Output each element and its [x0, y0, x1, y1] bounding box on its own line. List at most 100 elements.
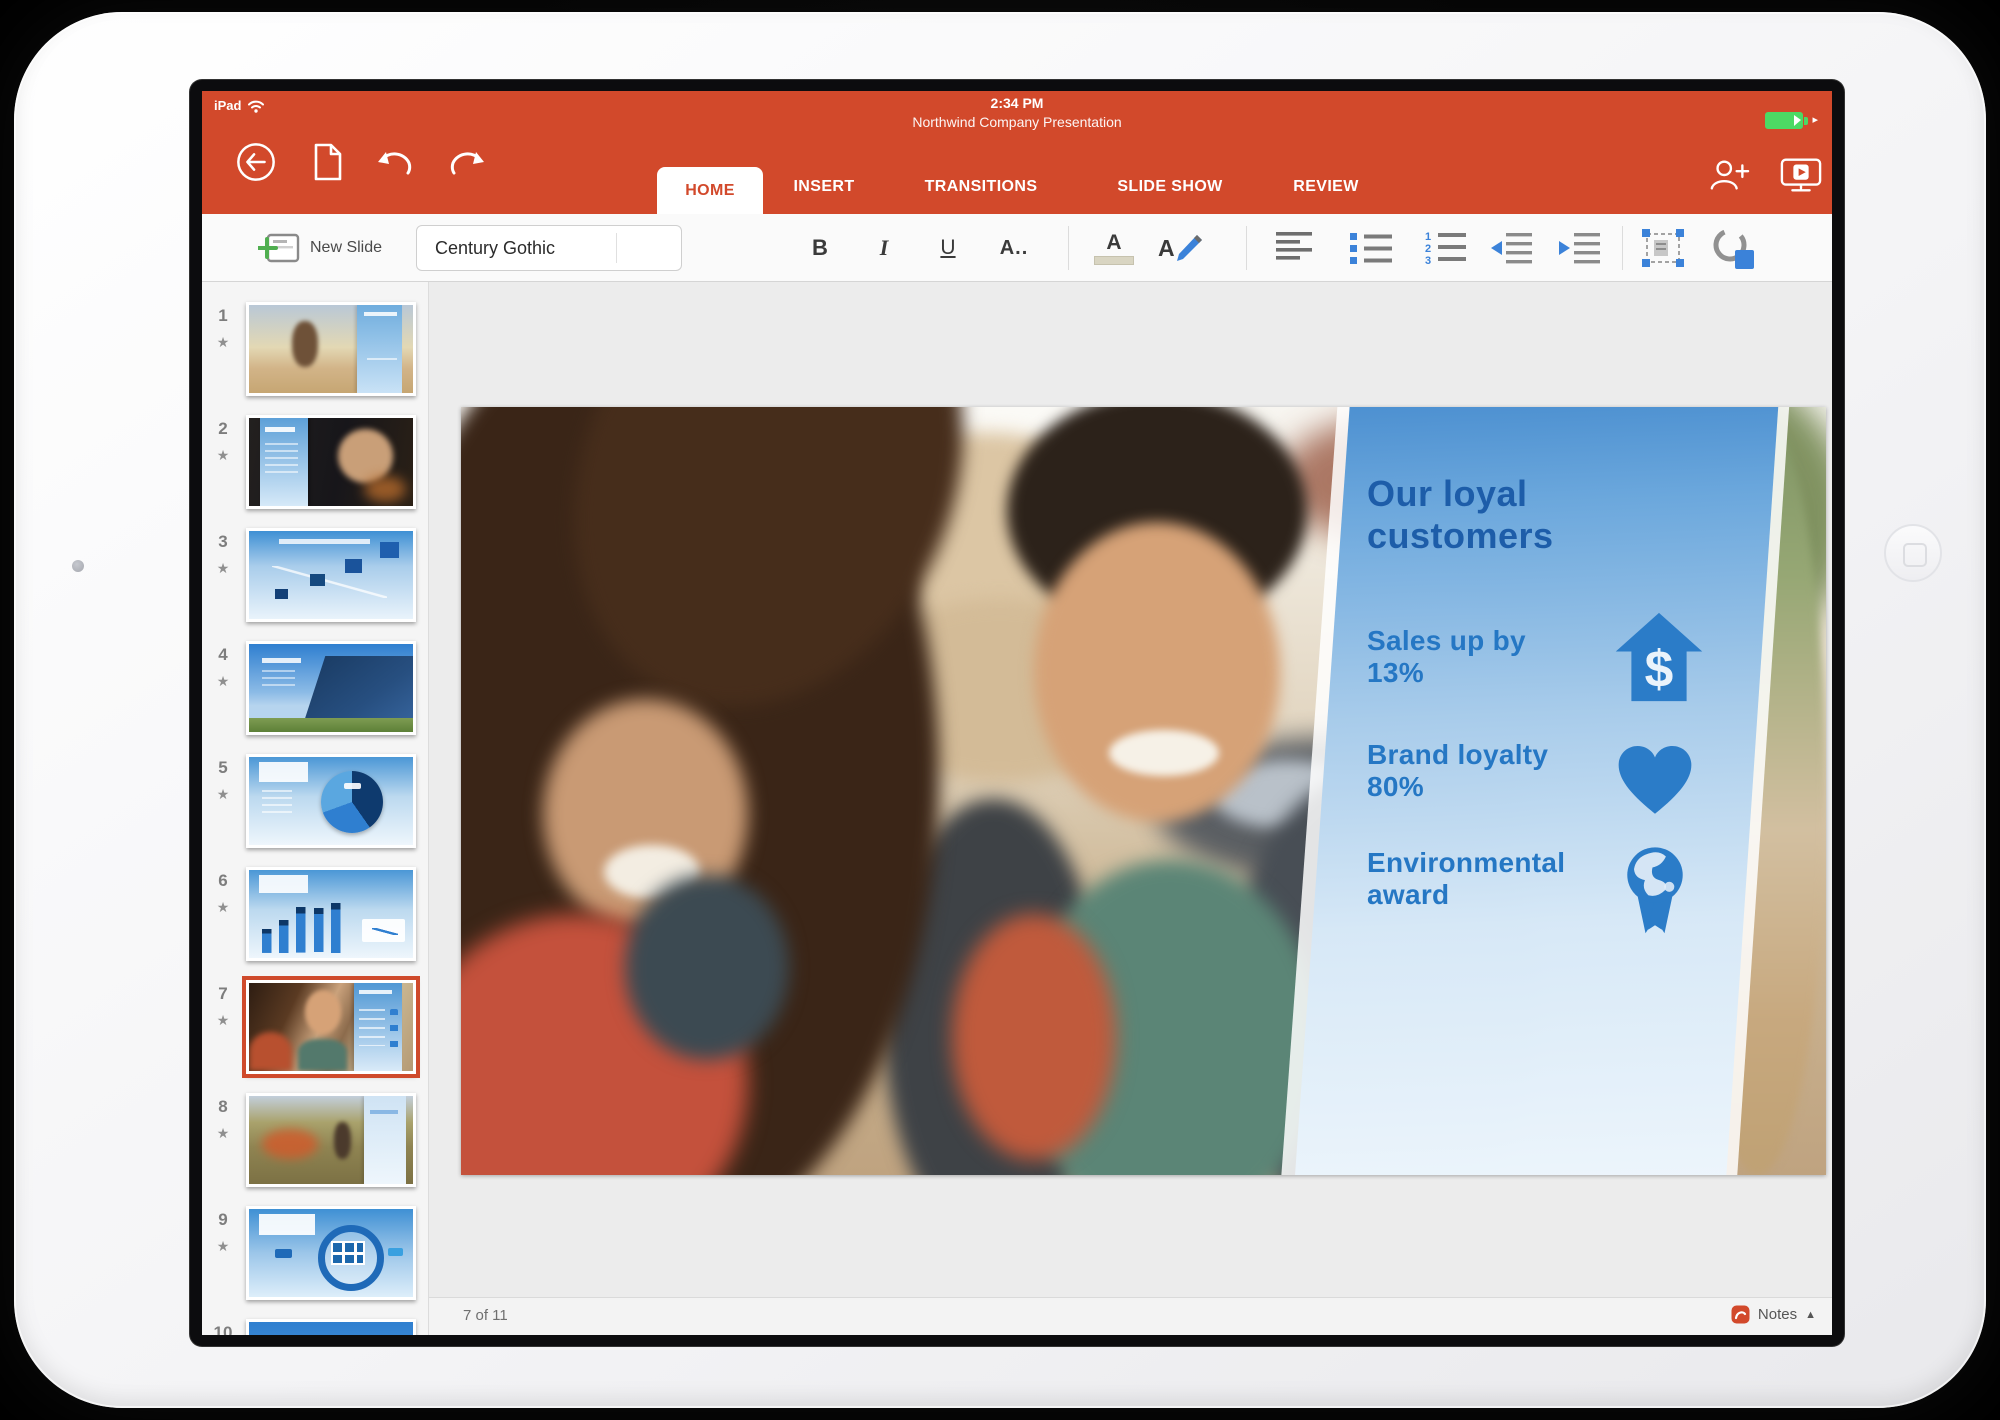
thumbnail-slide-7-selected[interactable]: 7 ★: [202, 980, 428, 1074]
toolbar-divider: [1622, 226, 1623, 270]
photo-background: iPad 2:34 PM Northwind Company Presentat…: [0, 0, 2000, 1420]
text-box-icon: [1642, 229, 1684, 267]
notes-toggle-button[interactable]: Notes ▲: [1731, 1305, 1816, 1324]
underline-button[interactable]: U: [928, 214, 968, 282]
transition-star-icon: ★: [216, 560, 230, 576]
slide-number: 2: [218, 419, 228, 438]
slide-number: 9: [218, 1210, 228, 1229]
slide-7-preview: [246, 980, 416, 1074]
pen-icon: [1176, 235, 1202, 261]
font-size-divider: [616, 233, 617, 263]
font-name-value: Century Gothic: [435, 237, 556, 258]
dollar-arrow-icon: $: [1613, 611, 1705, 708]
heart-icon: [1613, 741, 1697, 822]
app-header: iPad 2:34 PM Northwind Company Presentat…: [202, 91, 1832, 214]
italic-button[interactable]: I: [864, 214, 904, 282]
slide-canvas: Our loyal customers Sales up by 13% $ Br…: [429, 282, 1832, 1335]
thumbnail-slide-5[interactable]: 5 ★: [202, 754, 428, 848]
text-box-button[interactable]: [1640, 214, 1686, 282]
slide-4-preview: [246, 641, 416, 735]
present-screen-icon: [1780, 158, 1822, 192]
slide-8-preview: [246, 1093, 416, 1187]
transition-star-icon: ★: [216, 1125, 230, 1141]
bullet-award-text[interactable]: Environmental award: [1367, 847, 1637, 911]
svg-text:3: 3: [1425, 255, 1431, 267]
ipad-camera: [72, 560, 84, 572]
outdent-icon: [1491, 233, 1532, 264]
svg-text:$: $: [1645, 639, 1674, 697]
slide-number: 8: [218, 1097, 228, 1116]
font-name-selector[interactable]: Century Gothic: [416, 225, 682, 271]
new-slide-label: New Slide: [310, 239, 383, 256]
formatting-toolbar: New Slide Century Gothic B I U A.. A A 1…: [202, 214, 1832, 282]
indent-icon: [1559, 233, 1600, 264]
align-left-icon: [1276, 232, 1312, 260]
slide-5-preview: [246, 754, 416, 848]
new-slide-icon: [258, 233, 300, 263]
slide-2-preview: [246, 415, 416, 509]
globe-award-icon: [1613, 843, 1697, 944]
transition-star-icon: ★: [216, 1012, 230, 1028]
notes-icon: [1731, 1305, 1750, 1324]
slide-title-text[interactable]: Our loyal customers: [1367, 473, 1554, 557]
person-add-icon: [1710, 160, 1750, 190]
slide-10-preview: [246, 1319, 416, 1335]
workspace: 1 ★ 2 ★ 3 ★ 4 ★ 5 ★ 6 ★ 7 ★ 8 ★ 9 ★ 10 O…: [202, 282, 1832, 1335]
shapes-button[interactable]: [1710, 214, 1758, 282]
toolbar-divider: [1068, 226, 1069, 270]
transition-star-icon: ★: [216, 899, 230, 915]
tab-transitions[interactable]: TRANSITIONS: [925, 178, 1038, 196]
transition-star-icon: ★: [216, 1238, 230, 1254]
slide-number: 1: [218, 306, 228, 325]
thumbnail-slide-10[interactable]: 10 ★: [202, 1319, 428, 1335]
current-slide[interactable]: Our loyal customers Sales up by 13% $ Br…: [461, 407, 1826, 1175]
transition-star-icon: ★: [216, 447, 230, 463]
slide-number: 10: [213, 1323, 233, 1335]
slide-thumbnail-panel: 1 ★ 2 ★ 3 ★ 4 ★ 5 ★ 6 ★ 7 ★ 8 ★ 9 ★ 10: [202, 282, 429, 1335]
slide-3-preview: [246, 528, 416, 622]
svg-text:1: 1: [1425, 231, 1431, 243]
transition-star-icon: ★: [216, 786, 230, 802]
font-formatting-more-button[interactable]: A..: [994, 214, 1034, 282]
tab-slide-show[interactable]: SLIDE SHOW: [1117, 178, 1222, 196]
transition-star-icon: ★: [216, 334, 230, 350]
slide-number: 3: [218, 532, 228, 551]
share-people-button[interactable]: [1707, 153, 1751, 197]
status-center: 2:34 PM Northwind Company Presentation: [202, 95, 1832, 130]
bullet-loyalty-text[interactable]: Brand loyalty 80%: [1367, 739, 1637, 803]
ribbon-tabs: HOME INSERT TRANSITIONS SLIDE SHOW REVIE…: [202, 127, 1832, 214]
ipad-home-button[interactable]: [1884, 524, 1942, 582]
thumbnail-slide-8[interactable]: 8 ★: [202, 1093, 428, 1187]
font-color-swatch: [1094, 255, 1134, 265]
notes-collapse-icon: ▲: [1805, 1308, 1816, 1321]
align-button[interactable]: [1274, 214, 1316, 282]
decrease-indent-button[interactable]: [1488, 214, 1534, 282]
new-slide-button[interactable]: New Slide: [258, 214, 382, 282]
toolbar-divider: [1246, 226, 1247, 270]
bold-button[interactable]: B: [800, 214, 840, 282]
thumbnail-slide-6[interactable]: 6 ★: [202, 867, 428, 961]
tab-home[interactable]: HOME: [657, 167, 763, 214]
notes-label: Notes: [1757, 1306, 1798, 1323]
slide-6-preview: [246, 867, 416, 961]
slide-number: 7: [218, 984, 228, 1003]
bullets-button[interactable]: [1348, 214, 1394, 282]
present-button[interactable]: [1779, 153, 1823, 197]
numbering-button[interactable]: 1 2 3: [1422, 214, 1468, 282]
bulleted-list-icon: [1350, 233, 1392, 264]
transition-star-icon: ★: [216, 673, 230, 689]
highlight-button[interactable]: A: [1158, 214, 1203, 282]
thumbnail-slide-4[interactable]: 4 ★: [202, 641, 428, 735]
thumbnail-slide-9[interactable]: 9 ★: [202, 1206, 428, 1300]
thumbnail-slide-2[interactable]: 2 ★: [202, 415, 428, 509]
increase-indent-button[interactable]: [1556, 214, 1602, 282]
tab-insert[interactable]: INSERT: [793, 178, 854, 196]
thumbnail-slide-1[interactable]: 1 ★: [202, 302, 428, 396]
bullet-sales-text[interactable]: Sales up by 13%: [1367, 625, 1637, 689]
font-color-button[interactable]: A: [1094, 214, 1134, 282]
slide-number: 5: [218, 758, 228, 777]
powerpoint-app: iPad 2:34 PM Northwind Company Presentat…: [202, 91, 1832, 1335]
slide-9-preview: [246, 1206, 416, 1300]
tab-review[interactable]: REVIEW: [1293, 178, 1359, 196]
thumbnail-slide-3[interactable]: 3 ★: [202, 528, 428, 622]
